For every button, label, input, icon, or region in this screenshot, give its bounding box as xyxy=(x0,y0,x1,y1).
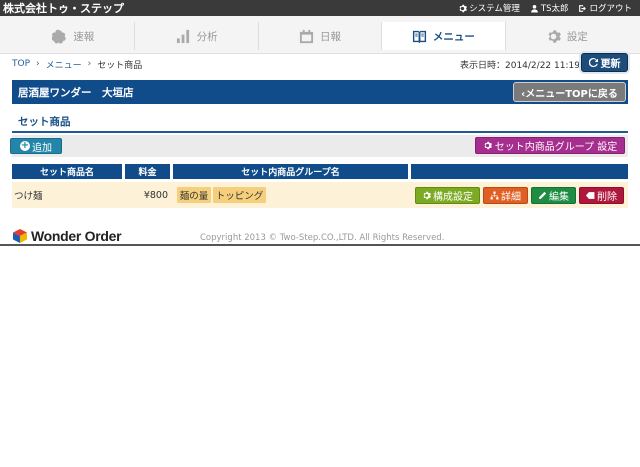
refresh-label: 更新 xyxy=(600,59,621,70)
tab-menu[interactable]: メニュー xyxy=(381,22,505,50)
back-to-menu-top-button[interactable]: ‹メニューTOPに戻る xyxy=(513,82,626,102)
logout-label: ログアウト xyxy=(589,4,632,14)
user-icon xyxy=(531,4,538,12)
delete-label: 削除 xyxy=(597,192,617,203)
plus-icon: + xyxy=(20,140,30,151)
edit-button[interactable]: 編集 xyxy=(531,187,576,204)
logo-cube-icon xyxy=(13,229,27,243)
store-name: 居酒屋ワンダー 大垣店 xyxy=(18,86,134,99)
system-admin-label: システム管理 xyxy=(469,4,520,14)
copyright-text: Copyright 2013 © Two-Step.CO.,LTD. All R… xyxy=(200,233,445,243)
column-header-groups: セット内商品グループ名 xyxy=(173,164,408,179)
chevron-right-icon: › xyxy=(87,59,92,69)
top-bar-links: システム管理 TS太郎 ログアウト xyxy=(458,0,632,16)
set-item-price: ¥800 xyxy=(143,189,168,201)
section-title: セット商品 xyxy=(18,116,71,128)
gear-icon xyxy=(484,141,492,150)
group-setting-button[interactable]: セット内商品グループ 設定 xyxy=(475,137,625,154)
breadcrumb-top-link[interactable]: TOP xyxy=(12,59,30,69)
tab-label: メニュー xyxy=(432,30,475,43)
company-name: 株式会社トゥ・ステップ xyxy=(3,2,124,15)
chevron-right-icon: › xyxy=(36,59,40,69)
refresh-icon xyxy=(588,58,598,67)
bar-chart-icon xyxy=(176,29,189,43)
wonder-order-logo: Wonder Order xyxy=(12,227,122,245)
column-header-set-name: セット商品名 xyxy=(12,164,122,179)
pencil-icon xyxy=(539,191,547,199)
gear-icon xyxy=(548,29,561,43)
display-datetime: 表示日時：2014/2/22 11:19 xyxy=(460,60,580,71)
tab-label: 速報 xyxy=(73,30,95,43)
book-icon xyxy=(412,30,426,43)
group-setting-label: セット内商品グループ 設定 xyxy=(494,142,618,153)
group-tag: 麺の量 xyxy=(177,187,211,203)
main-nav: 速報 分析 日報 メニュー 設定 xyxy=(12,22,629,50)
breadcrumb-menu-link[interactable]: メニュー xyxy=(46,58,82,71)
gear-icon xyxy=(459,4,468,12)
tab-sokuho[interactable]: 速報 xyxy=(12,22,135,50)
group-tag: トッピング xyxy=(213,187,266,203)
gear-icon xyxy=(423,191,431,200)
logout-icon xyxy=(579,4,587,12)
breadcrumb: TOP › メニュー › セット商品 xyxy=(12,57,142,71)
bolt-icon xyxy=(52,29,66,44)
tab-label: 分析 xyxy=(196,30,218,43)
store-header: 居酒屋ワンダー 大垣店 ‹メニューTOPに戻る xyxy=(12,80,628,104)
user-name: TS太郎 xyxy=(540,4,569,14)
calendar-icon xyxy=(299,29,314,43)
column-header-price: 料金 xyxy=(125,164,170,179)
breadcrumb-current: セット商品 xyxy=(97,60,143,71)
tab-bunseki[interactable]: 分析 xyxy=(134,22,258,50)
user-link[interactable]: TS太郎 xyxy=(530,2,569,14)
delete-button[interactable]: 削除 xyxy=(579,187,624,204)
tab-label: 日報 xyxy=(320,30,342,43)
refresh-button[interactable]: 更新 xyxy=(581,53,628,72)
logout-link[interactable]: ログアウト xyxy=(578,2,632,14)
config-label: 構成設定 xyxy=(433,192,473,203)
backspace-icon xyxy=(586,192,595,199)
column-header-actions xyxy=(411,164,628,179)
system-admin-link[interactable]: システム管理 xyxy=(458,2,520,14)
set-item-name: つけ麺 xyxy=(14,191,43,202)
tab-settei[interactable]: 設定 xyxy=(504,22,629,50)
tab-nippo[interactable]: 日報 xyxy=(257,22,382,50)
footer-divider xyxy=(0,244,640,246)
edit-label: 編集 xyxy=(549,192,569,203)
add-button[interactable]: + 追加 xyxy=(10,138,62,154)
sitemap-icon xyxy=(490,191,499,200)
logo-text: Wonder Order xyxy=(31,228,122,244)
section-divider xyxy=(12,131,628,133)
detail-button[interactable]: 詳細 xyxy=(483,187,528,204)
config-button[interactable]: 構成設定 xyxy=(415,187,480,204)
top-bar: 株式会社トゥ・ステップ システム管理 TS太郎 ログアウト xyxy=(0,0,640,16)
tab-label: 設定 xyxy=(566,30,588,43)
detail-label: 詳細 xyxy=(501,192,521,203)
add-label: 追加 xyxy=(32,142,52,154)
main-nav-wrapper: 速報 分析 日報 メニュー 設定 xyxy=(0,16,640,54)
